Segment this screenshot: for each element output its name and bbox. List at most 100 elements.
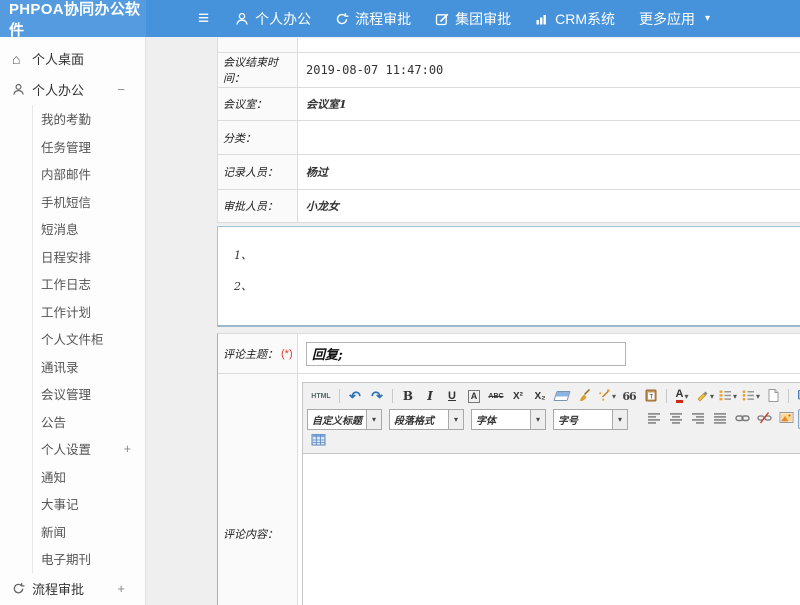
align-left-button[interactable] xyxy=(644,409,664,429)
edit-icon xyxy=(435,12,449,26)
justify-button[interactable] xyxy=(710,409,730,429)
nav-more-apps[interactable]: 更多应用 ▾ xyxy=(639,9,710,29)
custom-heading-dropdown[interactable]: 自定义标题▾ xyxy=(307,409,382,430)
new-page-button[interactable] xyxy=(763,386,783,406)
sidebar-item-task-management[interactable]: 任务管理 xyxy=(33,133,145,161)
doodle-pen-button[interactable]: ▾ xyxy=(596,386,617,406)
process-icon xyxy=(335,12,349,26)
sidebar-item-file-cabinet[interactable]: 个人文件柜 xyxy=(33,325,145,353)
font-background-button[interactable]: A xyxy=(464,386,484,406)
sidebar-item-work-log[interactable]: 工作日志 xyxy=(33,270,145,298)
caret-down-icon: ▾ xyxy=(710,392,714,401)
sidebar-item-announcement[interactable]: 公告 xyxy=(33,408,145,436)
field-label: 会议室： xyxy=(218,88,298,120)
italic-icon: I xyxy=(427,389,433,403)
subscript-button[interactable]: X₂ xyxy=(530,386,550,406)
link-icon xyxy=(735,412,750,427)
sidebar-item-e-journal[interactable]: 电子期刊 xyxy=(33,545,145,573)
sidebar-item-attendance[interactable]: 我的考勤 xyxy=(33,105,145,133)
html-source-button[interactable]: HTML xyxy=(308,386,334,406)
fullscreen-button[interactable] xyxy=(794,386,800,406)
svg-text:T: T xyxy=(649,393,653,400)
sidebar-item-workflow-approval[interactable]: 流程审批 + xyxy=(0,573,145,604)
nav-group-approval[interactable]: 集团审批 xyxy=(435,9,511,29)
caret-down-icon: ▾ xyxy=(756,392,760,401)
redo-button[interactable]: ↷ xyxy=(367,386,387,406)
eraser-icon xyxy=(553,391,570,401)
paste-icon: T xyxy=(644,388,658,405)
required-mark: (*) xyxy=(281,348,293,360)
expand-icon[interactable]: + xyxy=(117,581,133,596)
field-label: 分类： xyxy=(218,121,298,154)
sidebar-item-internal-mail[interactable]: 内部邮件 xyxy=(33,160,145,188)
sidebar-item-schedule[interactable]: 日程安排 xyxy=(33,243,145,271)
menu-toggle-icon[interactable]: ≡ xyxy=(198,0,209,37)
sidebar-item-personal-office[interactable]: 个人办公 − xyxy=(0,74,145,105)
expand-icon[interactable]: + xyxy=(124,442,145,456)
font-size-dropdown[interactable]: 字号▾ xyxy=(553,409,628,430)
sidebar-item-short-message[interactable]: 短消息 xyxy=(33,215,145,243)
editor-content-area[interactable] xyxy=(302,454,800,605)
insert-table-button[interactable] xyxy=(308,431,328,451)
sidebar-item-notice[interactable]: 通知 xyxy=(33,463,145,491)
image-icon xyxy=(779,411,794,427)
align-center-button[interactable] xyxy=(666,409,686,429)
toolbar-separator xyxy=(392,389,393,403)
caret-down-icon: ▾ xyxy=(366,410,381,429)
app-logo[interactable]: PHPOA协同办公软件 xyxy=(0,0,146,37)
nav-personal-office[interactable]: 个人办公 xyxy=(235,9,311,29)
sidebar-item-memorabilia[interactable]: 大事记 xyxy=(33,490,145,518)
sidebar-item-meeting-management[interactable]: 会议管理 xyxy=(33,380,145,408)
html-source-icon: HTML xyxy=(311,393,330,400)
clean-button[interactable] xyxy=(574,386,594,406)
table-row-recorder: 记录人员： 杨过 xyxy=(218,155,800,190)
person-icon xyxy=(235,12,249,26)
paste-as-text-button[interactable]: T xyxy=(641,386,661,406)
remove-format-button[interactable] xyxy=(552,386,572,406)
comment-subject-input[interactable] xyxy=(306,342,626,366)
strikethrough-icon: ABC xyxy=(488,393,503,400)
broom-icon xyxy=(577,388,591,405)
ordered-list-button[interactable]: ▾ xyxy=(717,386,738,406)
paragraph-format-dropdown[interactable]: 段落格式▾ xyxy=(389,409,464,430)
align-right-button[interactable] xyxy=(688,409,708,429)
underline-button[interactable]: U xyxy=(442,386,462,406)
font-color-button[interactable]: A▾ xyxy=(672,386,692,406)
editor-toolbar: HTML ↶ ↷ B I U A ABC X² xyxy=(302,382,800,454)
unordered-list-button[interactable]: ▾ xyxy=(740,386,761,406)
bold-button[interactable]: B xyxy=(398,386,418,406)
insert-image-button[interactable] xyxy=(776,409,796,429)
blockquote-button[interactable]: 66 xyxy=(619,386,639,406)
collapse-icon[interactable]: − xyxy=(117,82,133,97)
caret-down-icon: ▾ xyxy=(705,13,710,24)
personal-office-submenu: 我的考勤 任务管理 内部邮件 手机短信 短消息 日程安排 工作日志 工作计划 个… xyxy=(32,105,145,573)
italic-button[interactable]: I xyxy=(420,386,440,406)
nav-workflow-approval[interactable]: 流程审批 xyxy=(335,9,411,29)
superscript-button[interactable]: X² xyxy=(508,386,528,406)
link-button[interactable] xyxy=(732,409,752,429)
highlight-button[interactable]: ▾ xyxy=(694,386,715,406)
sidebar-item-contacts[interactable]: 通讯录 xyxy=(33,353,145,381)
unlink-icon xyxy=(757,411,772,427)
field-value: 杨过 xyxy=(298,155,800,189)
app-window: PHPOA协同办公软件 ≡ 个人办公 流程审批 集团审批 CRM系统 更多应用 xyxy=(0,0,800,605)
field-value: 会议室1 xyxy=(298,88,800,120)
strikethrough-button[interactable]: ABC xyxy=(486,386,506,406)
justify-icon xyxy=(713,412,727,427)
unlink-button[interactable] xyxy=(754,409,774,429)
sidebar-item-mobile-sms[interactable]: 手机短信 xyxy=(33,188,145,216)
sidebar-item-personal-settings[interactable]: 个人设置 + xyxy=(33,435,145,463)
highlight-marker-icon xyxy=(695,388,709,405)
nav-crm-system[interactable]: CRM系统 xyxy=(535,9,615,29)
main-content: 会议结束时间： 2019-08-07 11:47:00 会议室： 会议室1 分类… xyxy=(146,37,800,605)
sidebar-item-news[interactable]: 新闻 xyxy=(33,518,145,546)
superscript-icon: X² xyxy=(513,391,523,402)
sidebar-item-work-plan[interactable]: 工作计划 xyxy=(33,298,145,326)
person-icon xyxy=(12,83,32,96)
font-family-dropdown[interactable]: 字体▾ xyxy=(471,409,546,430)
toolbar-separator xyxy=(666,389,667,403)
sidebar: ⌂ 个人桌面 个人办公 − 我的考勤 任务管理 内部邮件 手机短信 短消息 日程… xyxy=(0,37,146,605)
table-row-end-time: 会议结束时间： 2019-08-07 11:47:00 xyxy=(218,53,800,88)
undo-button[interactable]: ↶ xyxy=(345,386,365,406)
sidebar-item-desktop[interactable]: ⌂ 个人桌面 xyxy=(0,43,145,74)
